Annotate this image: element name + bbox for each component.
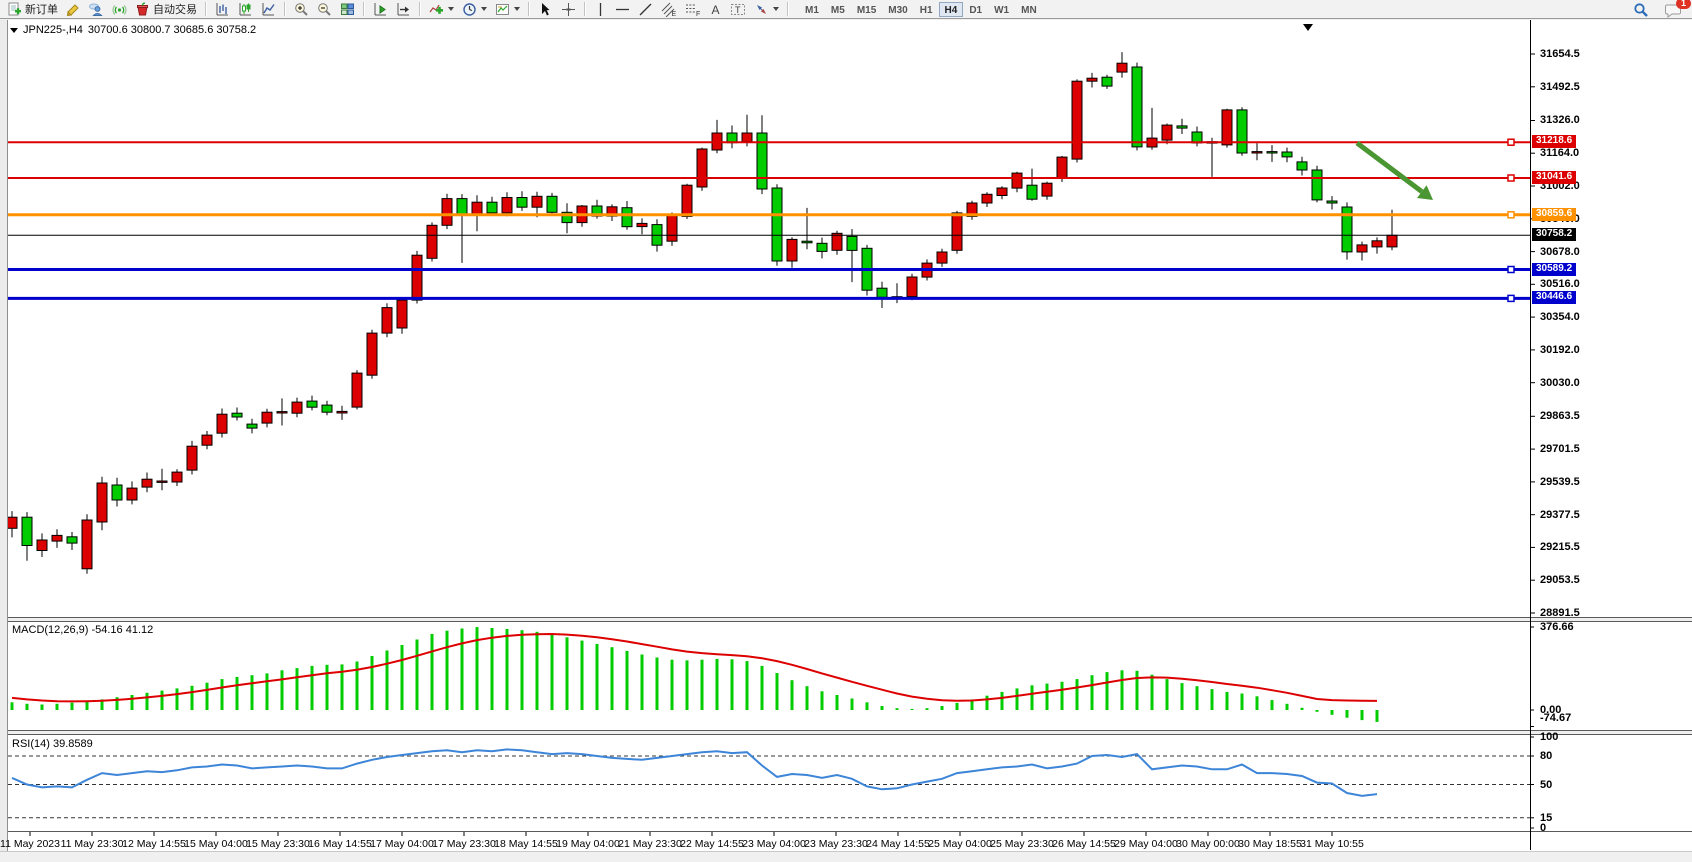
- template-icon: [495, 2, 510, 17]
- autotrading-label: 自动交易: [153, 1, 197, 17]
- toolbar-separator: [284, 2, 286, 16]
- timeframe-m30[interactable]: M30: [882, 2, 913, 17]
- toolbar-separator: [584, 2, 586, 16]
- line-chart-button[interactable]: [257, 1, 280, 18]
- fibonacci-button[interactable]: F: [681, 1, 705, 18]
- new-order-icon: [7, 2, 22, 17]
- svg-text:F: F: [696, 11, 700, 17]
- window-left-edge: [0, 20, 8, 851]
- templates-button[interactable]: [491, 1, 524, 18]
- timeframe-d1[interactable]: D1: [963, 2, 988, 17]
- chart-shift-button[interactable]: [392, 1, 415, 18]
- auto-scroll-button[interactable]: [369, 1, 392, 18]
- horizontal-line-button[interactable]: [611, 1, 634, 18]
- auto-scroll-icon: [373, 2, 388, 17]
- symbol-period-label: JPN225-,H4: [23, 24, 83, 36]
- chevron-down-icon: [773, 7, 779, 11]
- crosshair-icon: [561, 2, 576, 17]
- chevron-down-icon: [448, 7, 454, 11]
- timeframe-mn[interactable]: MN: [1015, 2, 1043, 17]
- toolbar-separator: [205, 2, 207, 16]
- bar-chart-icon: [215, 2, 230, 17]
- line-chart-icon: [261, 2, 276, 17]
- chevron-down-icon: [481, 7, 487, 11]
- fibonacci-icon: F: [685, 2, 701, 17]
- chart-shift-marker[interactable]: [1303, 24, 1313, 31]
- zoom-out-icon: [317, 2, 332, 17]
- candlestick-chart-button[interactable]: [234, 1, 257, 18]
- community-button[interactable]: [85, 1, 108, 18]
- arrows-icon: [754, 2, 769, 17]
- timeframe-w1[interactable]: W1: [988, 2, 1015, 17]
- zoom-in-icon: [294, 2, 309, 17]
- search-icon: [1633, 2, 1649, 18]
- new-order-label: 新订单: [25, 1, 58, 17]
- autotrading-button[interactable]: 自动交易: [131, 1, 201, 18]
- trendline-icon: [638, 2, 653, 17]
- tile-windows-button[interactable]: [336, 1, 359, 18]
- cursor-button[interactable]: [534, 1, 557, 18]
- zoom-out-button[interactable]: [313, 1, 336, 18]
- signals-button[interactable]: [108, 1, 131, 18]
- status-bar: [0, 851, 1692, 862]
- chart-title: JPN225-,H4 30700.6 30800.7 30685.6 30758…: [10, 24, 256, 36]
- vertical-line-icon: [594, 2, 607, 17]
- periods-button[interactable]: [458, 1, 491, 18]
- crosshair-button[interactable]: [557, 1, 580, 18]
- text-label-button[interactable]: T: [726, 1, 750, 18]
- trendline-button[interactable]: [634, 1, 657, 18]
- toolbar: 新订单 自动交易: [0, 0, 1692, 19]
- timeframe-toolbar: M1M5M15M30H1H4D1W1MN: [799, 2, 1043, 17]
- toolbar-separator: [419, 2, 421, 16]
- toolbar-separator: [787, 2, 789, 16]
- notification-badge: 1: [1676, 0, 1691, 9]
- timeframe-m1[interactable]: M1: [799, 2, 825, 17]
- horizontal-line-icon: [615, 2, 630, 17]
- equidistant-channel-button[interactable]: E: [657, 1, 681, 18]
- signal-icon: [112, 2, 127, 17]
- toolbar-separator: [363, 2, 365, 16]
- application-window: 新订单 自动交易: [0, 0, 1692, 861]
- autotrading-icon: [135, 2, 150, 17]
- styles-button[interactable]: [62, 1, 85, 18]
- timeframe-m15[interactable]: M15: [851, 2, 882, 17]
- channel-icon: E: [661, 2, 677, 17]
- arrows-button[interactable]: [750, 1, 783, 18]
- chart-shift-icon: [396, 2, 411, 17]
- tile-windows-icon: [340, 2, 355, 17]
- notifications-button[interactable]: 1: [1661, 1, 1686, 18]
- cursor-icon: [538, 2, 553, 17]
- svg-text:A: A: [712, 3, 720, 17]
- ohlc-label: 30700.6 30800.7 30685.6 30758.2: [88, 24, 256, 36]
- paint-icon: [66, 2, 81, 17]
- svg-text:T: T: [735, 5, 741, 15]
- timeframe-m5[interactable]: M5: [825, 2, 851, 17]
- indicators-icon: [429, 2, 444, 17]
- search-button[interactable]: [1629, 1, 1653, 18]
- vertical-line-button[interactable]: [590, 1, 611, 18]
- timeframe-h1[interactable]: H1: [914, 2, 939, 17]
- toolbar-separator: [528, 2, 530, 16]
- candlestick-chart-icon: [238, 2, 253, 17]
- text-button[interactable]: A: [705, 1, 726, 18]
- bar-chart-button[interactable]: [211, 1, 234, 18]
- person-icon: [89, 2, 104, 17]
- text-icon: A: [709, 2, 722, 17]
- price-axis-line: [1530, 20, 1531, 850]
- rsi-indicator-label: RSI(14) 39.8589: [12, 738, 93, 750]
- new-order-button[interactable]: 新订单: [3, 1, 62, 18]
- chevron-down-icon: [514, 7, 520, 11]
- zoom-in-button[interactable]: [290, 1, 313, 18]
- indicators-button[interactable]: [425, 1, 458, 18]
- time-axis-border: [8, 831, 1692, 832]
- svg-text:E: E: [672, 11, 677, 17]
- text-label-icon: T: [730, 2, 746, 17]
- panel-separator[interactable]: [8, 621, 1692, 622]
- timeframe-h4[interactable]: H4: [939, 2, 964, 17]
- macd-indicator-label: MACD(12,26,9) -54.16 41.12: [12, 624, 153, 636]
- chart-menu-icon[interactable]: [10, 28, 18, 33]
- panel-separator[interactable]: [8, 734, 1692, 735]
- clock-icon: [462, 2, 477, 17]
